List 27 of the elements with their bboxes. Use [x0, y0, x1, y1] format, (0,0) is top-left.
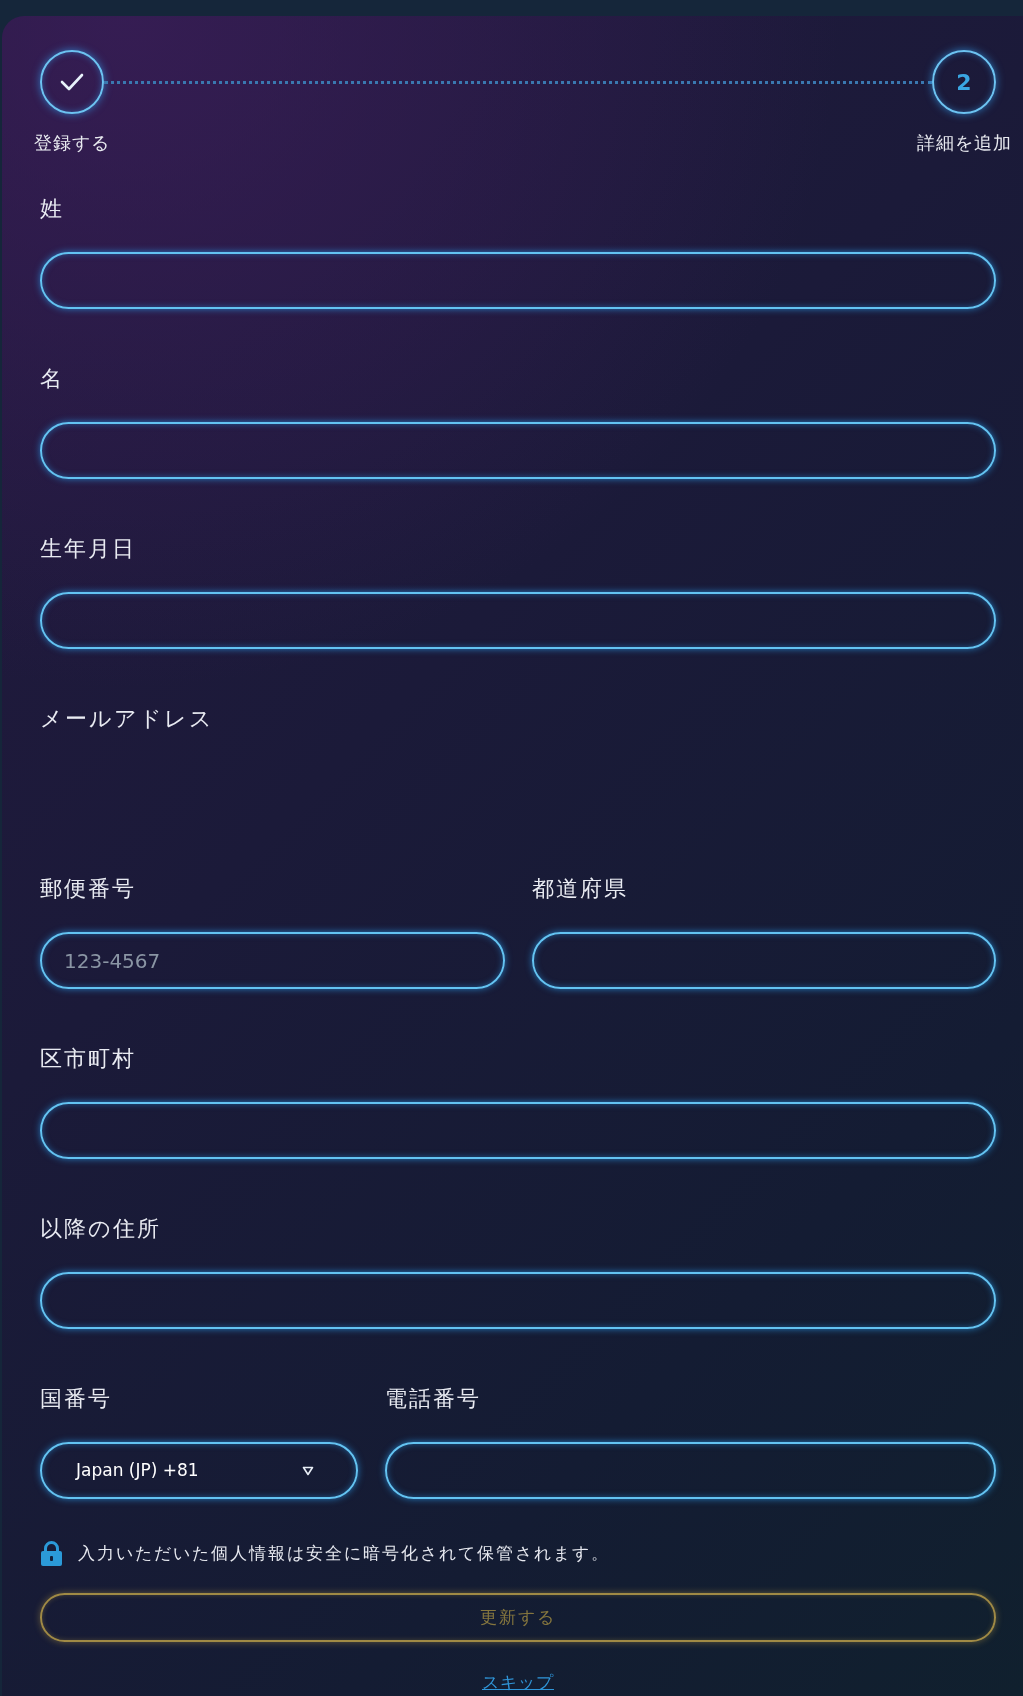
input-field[interactable] [40, 252, 996, 309]
privacy-notice: 入力いただいた個人情報は安全に暗号化されて保管されます。 [78, 1542, 610, 1565]
input-field[interactable] [40, 1272, 996, 1329]
step-circle: 2 [932, 50, 996, 114]
field-label: 郵便番号 [40, 876, 137, 902]
field-label: 都道府県 [531, 876, 629, 902]
check-icon [60, 73, 84, 91]
step-label: 詳細を追加 [916, 132, 1012, 154]
step-label: 登録する [34, 132, 110, 154]
caret-icon [302, 1465, 314, 1476]
country-code-select[interactable]: Japan (JP) +81 [40, 1442, 358, 1499]
input-field[interactable] [385, 1442, 996, 1499]
field-label: 国番号 [40, 1386, 113, 1412]
field-label: 電話番号 [385, 1386, 482, 1412]
input-field[interactable] [40, 592, 996, 649]
input-field[interactable] [40, 1102, 996, 1159]
skip-link[interactable]: スキップ [482, 1672, 554, 1692]
input-field[interactable] [40, 422, 996, 479]
field-label: 名 [40, 366, 65, 392]
lock-icon [40, 1541, 63, 1566]
field-label: 区市町村 [40, 1046, 137, 1072]
field-label: 姓 [40, 196, 65, 222]
field-label: 以降の住所 [40, 1216, 162, 1242]
field-label: 生年月日 [40, 536, 137, 562]
field-label: メールアドレス [40, 706, 215, 732]
input-field[interactable] [531, 932, 996, 989]
input-field[interactable]: 123-4567 [40, 932, 505, 989]
